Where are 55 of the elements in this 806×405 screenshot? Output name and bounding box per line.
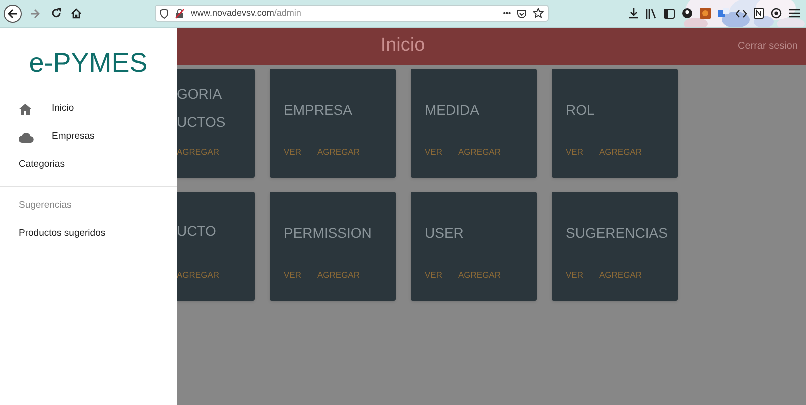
cloud-icon [19, 132, 34, 142]
nav-item[interactable]: Categorias [19, 158, 65, 173]
card-action-link[interactable]: AGREGAR [177, 146, 220, 159]
card-action-link[interactable]: VER [566, 146, 584, 159]
logout-link[interactable]: Cerrar sesion [738, 39, 798, 54]
card-action-link[interactable]: AGREGAR [458, 146, 501, 159]
page-actions-button[interactable]: ••• [503, 8, 511, 20]
forward-arrow-icon[interactable] [30, 8, 40, 18]
page-title: Inicio [380, 34, 426, 58]
home-icon[interactable] [71, 8, 82, 19]
card-title: UCTO [177, 224, 218, 238]
menu-icon[interactable] [789, 9, 800, 18]
card-title: EMPRESA [284, 102, 354, 116]
code-icon[interactable] [736, 8, 747, 18]
url-field[interactable]: www.novadevsv.com/admin ••• [155, 5, 549, 22]
card-action-link[interactable]: AGREGAR [317, 146, 360, 159]
card-action-link[interactable]: AGREGAR [458, 269, 501, 282]
nav-item[interactable]: Inicio [52, 102, 74, 117]
card-action-link[interactable]: AGREGAR [177, 269, 220, 282]
notebook-icon[interactable] [754, 8, 764, 19]
card-title: ROL [566, 102, 596, 116]
shield-icon [160, 8, 169, 18]
star-icon[interactable] [533, 8, 544, 19]
card-action-link[interactable]: AGREGAR [599, 146, 642, 159]
back-arrow-icon [8, 8, 18, 18]
card-title: UCTOS [177, 114, 227, 128]
card-action-link[interactable]: VER [566, 269, 584, 282]
account-icon[interactable] [682, 8, 693, 19]
card-title: GORIA [177, 86, 224, 100]
card-title: USER [425, 226, 465, 240]
card-action-link[interactable]: VER [284, 146, 302, 159]
card-action-link[interactable]: VER [425, 269, 442, 282]
translate-icon[interactable] [718, 8, 729, 19]
download-icon[interactable] [629, 8, 639, 19]
library-icon[interactable] [646, 8, 657, 18]
card-title: SUGERENCIAS [566, 226, 669, 240]
home-icon [19, 104, 32, 115]
card-action-link[interactable]: AGREGAR [599, 269, 642, 282]
card-action-link[interactable]: VER [425, 146, 442, 159]
back-button[interactable] [4, 4, 22, 22]
url-path: /admin [274, 8, 302, 18]
sidebar-icon[interactable] [664, 8, 675, 18]
url-host: www.novadevsv.com [191, 8, 274, 18]
pocket-icon[interactable] [517, 8, 527, 18]
card-action-link[interactable]: VER [284, 269, 302, 282]
nav-item[interactable]: Empresas [52, 130, 95, 145]
nav-item[interactable]: Productos sugeridos [19, 227, 106, 242]
reload-icon[interactable] [51, 8, 62, 19]
section-heading: Sugerencias [19, 199, 72, 214]
insecure-lock-icon [175, 8, 185, 18]
card-action-link[interactable]: AGREGAR [317, 269, 360, 282]
brand-logo: e-PYMES [28, 47, 149, 80]
card-title: PERMISSION [284, 226, 373, 240]
card-title: MEDIDA [425, 102, 480, 116]
chat-icon[interactable] [771, 8, 782, 19]
